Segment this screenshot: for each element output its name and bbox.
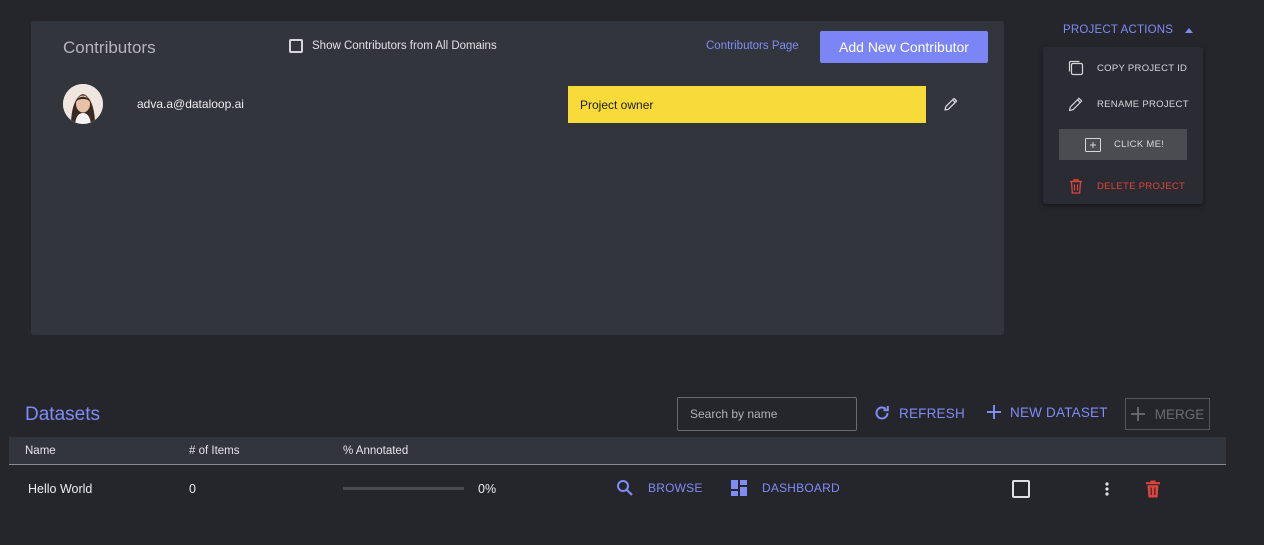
- table-row[interactable]: Hello World 0 0% BROWSE DASHBOARD: [9, 466, 1226, 512]
- datasets-title: Datasets: [25, 404, 100, 425]
- dataset-item-count: 0: [189, 482, 196, 496]
- pencil-icon[interactable]: [942, 95, 960, 113]
- refresh-label: REFRESH: [899, 405, 965, 421]
- project-actions-toggle[interactable]: PROJECT ACTIONS: [1063, 24, 1194, 36]
- avatar: [63, 84, 103, 124]
- browse-button[interactable]: BROWSE: [616, 479, 703, 497]
- copy-icon: [1068, 60, 1084, 76]
- new-dataset-button[interactable]: NEW DATASET: [986, 404, 1108, 420]
- contributors-card: Contributors Show Contributors from All …: [31, 21, 1004, 335]
- merge-button[interactable]: MERGE: [1125, 398, 1210, 430]
- contributor-email: adva.a@dataloop.ai: [137, 97, 244, 111]
- project-actions-label: PROJECT ACTIONS: [1063, 24, 1174, 36]
- caret-up-icon: [1185, 27, 1194, 33]
- dashboard-label: DASHBOARD: [762, 481, 840, 495]
- click-me-item[interactable]: CLICK ME!: [1059, 129, 1187, 160]
- plus-box-icon: [1085, 137, 1101, 152]
- contributors-title: Contributors: [63, 38, 156, 57]
- search-icon: [617, 480, 633, 496]
- new-dataset-label: NEW DATASET: [1010, 404, 1108, 420]
- pencil-icon: [1068, 97, 1083, 112]
- click-me-label: CLICK ME!: [1114, 139, 1165, 150]
- show-all-domains-checkbox[interactable]: Show Contributors from All Domains: [289, 39, 497, 53]
- table-header: Name # of Items % Annotated: [9, 437, 1226, 465]
- refresh-button[interactable]: REFRESH: [873, 404, 965, 422]
- checkbox-box[interactable]: [289, 39, 303, 53]
- column-annotated[interactable]: % Annotated: [343, 445, 408, 457]
- search-input[interactable]: [677, 397, 857, 431]
- trash-icon[interactable]: [1143, 479, 1163, 504]
- row-checkbox[interactable]: [1012, 480, 1030, 498]
- add-new-contributor-button[interactable]: Add New Contributor: [820, 31, 988, 63]
- browse-label: BROWSE: [648, 481, 703, 495]
- merge-label: MERGE: [1154, 406, 1205, 422]
- dataset-name[interactable]: Hello World: [28, 482, 92, 496]
- contributors-page-link[interactable]: Contributors Page: [706, 40, 799, 52]
- dashboard-icon: [731, 480, 747, 496]
- column-name[interactable]: Name: [25, 445, 56, 457]
- annotated-percent: 0%: [478, 482, 497, 496]
- rename-project-item[interactable]: RENAME PROJECT: [1067, 95, 1189, 113]
- delete-project-item[interactable]: DELETE PROJECT: [1067, 177, 1185, 195]
- dashboard-button[interactable]: DASHBOARD: [730, 479, 840, 497]
- refresh-icon: [875, 406, 889, 420]
- plus-icon: [1130, 407, 1145, 421]
- rename-project-label: RENAME PROJECT: [1097, 98, 1189, 110]
- role-select[interactable]: Project owner: [568, 86, 926, 123]
- copy-project-id-label: COPY PROJECT ID: [1097, 62, 1188, 74]
- more-vert-icon[interactable]: [1099, 480, 1115, 498]
- plus-icon: [987, 405, 1001, 419]
- column-items[interactable]: # of Items: [189, 445, 240, 457]
- trash-icon: [1070, 179, 1082, 194]
- show-all-domains-label: Show Contributors from All Domains: [312, 40, 497, 52]
- project-actions-menu: COPY PROJECT ID RENAME PROJECT CLICK ME!…: [1043, 47, 1203, 204]
- annotated-progress-bar: [343, 487, 464, 490]
- copy-project-id-item[interactable]: COPY PROJECT ID: [1067, 59, 1187, 77]
- delete-project-label: DELETE PROJECT: [1097, 180, 1186, 192]
